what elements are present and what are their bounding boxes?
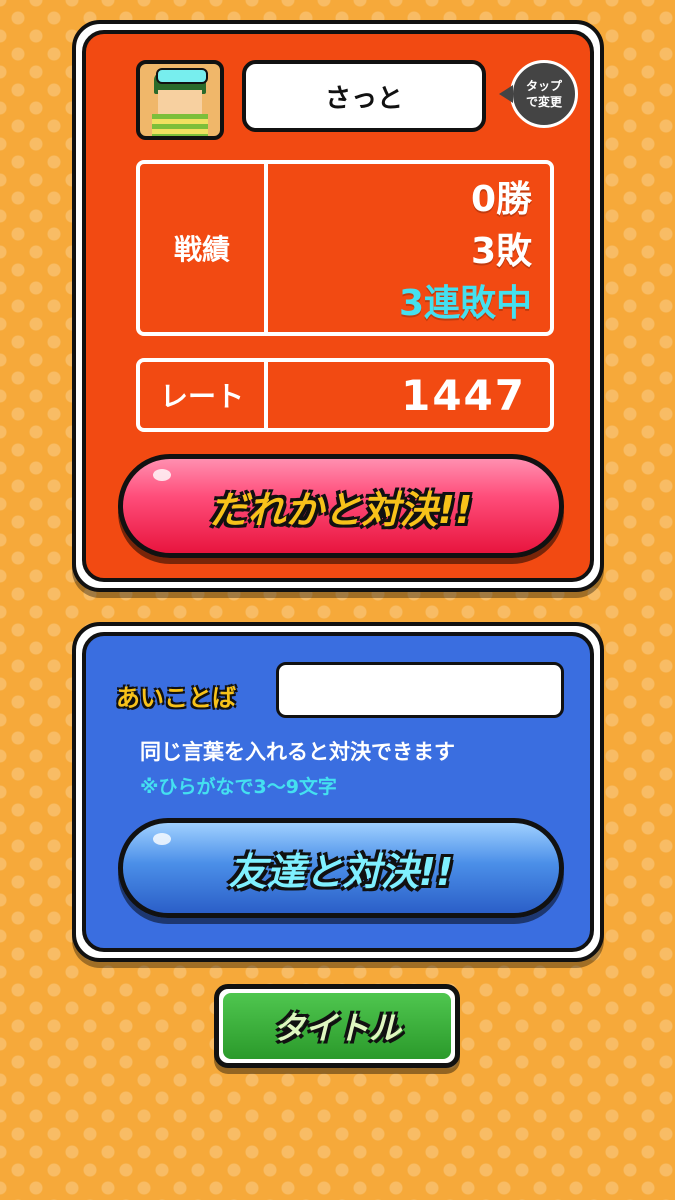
passphrase-input[interactable]	[276, 662, 564, 718]
button-shine	[153, 469, 171, 481]
record-box: 戦績 0勝 3敗 3連敗中	[136, 160, 554, 336]
avatar-goggles	[156, 68, 208, 84]
friend-battle-button[interactable]: 友達と対決!!	[118, 818, 564, 918]
profile-panel-inner: さっと タップ で変更 戦績 0勝 3敗 3連敗中 レート 1447 だれかと対…	[82, 30, 594, 582]
rate-value: 1447	[401, 370, 526, 420]
losses-count: 3敗	[470, 231, 532, 272]
player-name: さっと	[324, 83, 403, 114]
rate-box: レート 1447	[136, 358, 554, 432]
random-battle-button[interactable]: だれかと対決!!	[118, 454, 564, 558]
player-name-field[interactable]: さっと	[242, 60, 486, 132]
friend-battle-label: 友達と対決!!	[228, 849, 454, 894]
button-shine	[153, 833, 171, 845]
player-avatar[interactable]	[136, 60, 224, 140]
friend-panel-inner: あいことば 同じ言葉を入れると対決できます ※ひらがなで3〜9文字 友達と対決!…	[82, 632, 594, 952]
friend-panel: あいことば 同じ言葉を入れると対決できます ※ひらがなで3〜9文字 友達と対決!…	[72, 622, 604, 962]
rate-label: レート	[140, 362, 268, 428]
streak-status: 3連敗中	[398, 283, 532, 324]
random-battle-label: だれかと対決!!	[209, 487, 473, 532]
record-values: 0勝 3敗 3連敗中	[399, 174, 532, 330]
tap-to-change-badge[interactable]: タップ で変更	[499, 60, 578, 128]
tap-badge-line1: タップ	[525, 79, 562, 93]
passphrase-hint: 同じ言葉を入れると対決できます	[140, 740, 455, 764]
title-button-face: タイトル	[223, 993, 451, 1059]
profile-panel: さっと タップ で変更 戦績 0勝 3敗 3連敗中 レート 1447 だれかと対…	[72, 20, 604, 592]
title-button-label: タイトル	[272, 1009, 401, 1047]
title-button[interactable]: タイトル	[214, 984, 460, 1068]
record-label: 戦績	[140, 164, 268, 332]
passphrase-label: あいことば	[116, 684, 236, 712]
tap-badge-line2: で変更	[525, 95, 562, 109]
passphrase-rule: ※ひらがなで3〜9文字	[140, 776, 337, 798]
avatar-shirt	[152, 114, 208, 136]
wins-count: 0勝	[470, 179, 532, 220]
avatar-face	[158, 90, 202, 116]
